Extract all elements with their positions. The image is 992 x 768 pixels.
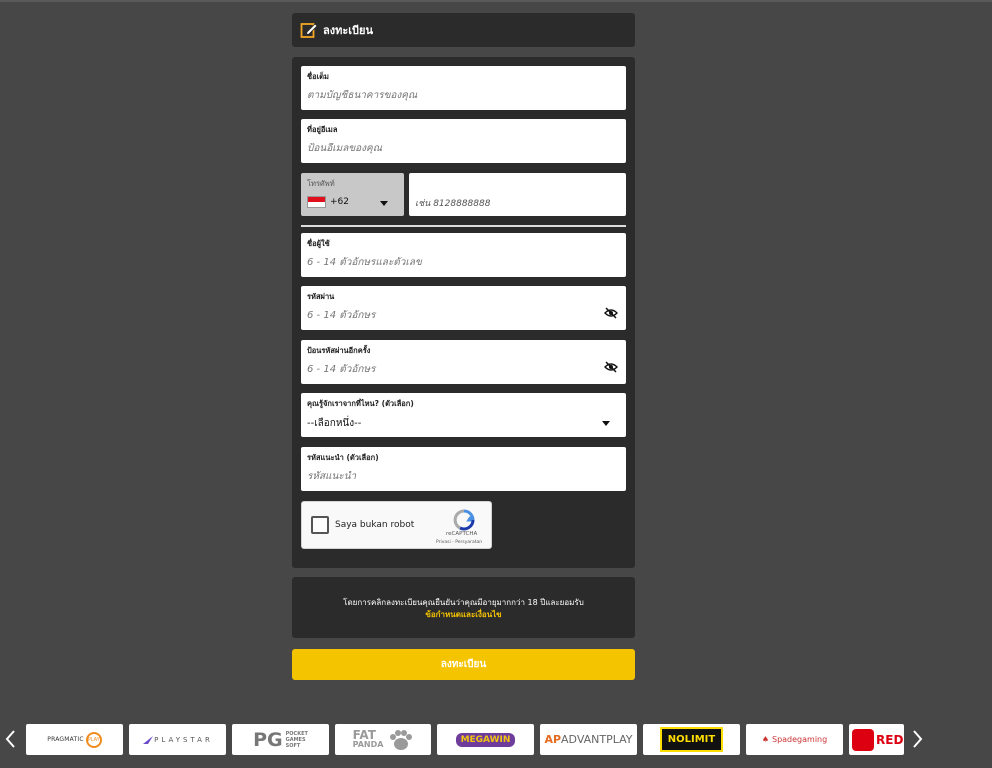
terms-link[interactable]: ข้อกำหนดและเงื่อนไข xyxy=(292,608,635,621)
fatpanda-text1: FAT xyxy=(352,727,376,742)
page-title: ลงทะเบียน xyxy=(323,24,373,37)
provider-pg-soft[interactable]: PG POCKET GAMES SOFT xyxy=(232,724,329,755)
indonesia-flag-icon xyxy=(307,196,326,208)
red-text: RED xyxy=(876,732,904,747)
provider-pragmatic-play[interactable]: PRAGMATIC PLAY xyxy=(26,724,123,755)
referral-source-value: --เลือกหนึ่ง-- xyxy=(307,418,362,429)
referral-source-label: คุณรู้จักเราจากที่ไหน? (ตัวเลือก) xyxy=(307,399,414,408)
terms-panel: โดยการคลิกลงทะเบียนคุณยืนยันว่าคุณมีอายุ… xyxy=(292,577,635,638)
red-tiger-icon xyxy=(852,728,874,751)
recaptcha-label: Saya bukan robot xyxy=(335,520,415,530)
spadegaming-text: Spadegaming xyxy=(771,735,828,744)
advantplay-a: AP xyxy=(544,733,562,746)
playstar-icon xyxy=(143,735,154,744)
provider-spadegaming[interactable]: ♠ Spadegaming xyxy=(746,724,843,755)
phone-number-input[interactable]: เช่น 8128888888 xyxy=(415,196,490,210)
referral-source-select[interactable]: คุณรู้จักเราจากที่ไหน? (ตัวเลือก) --เลือ… xyxy=(301,393,626,437)
pragmatic-badge: PLAY xyxy=(85,731,102,748)
confirm-password-label: ป้อนรหัสผ่านอีกครั้ง xyxy=(307,346,371,355)
username-input[interactable] xyxy=(307,257,597,268)
phone-label: โทรศัพท์ xyxy=(307,179,335,188)
password-label: รหัสผ่าน xyxy=(307,292,335,301)
email-label: ที่อยู่อีเมล xyxy=(307,125,338,134)
register-header: ลงทะเบียน xyxy=(292,13,635,47)
confirm-password-field[interactable]: ป้อนรหัสผ่านอีกครั้ง xyxy=(301,340,626,384)
referral-code-input[interactable] xyxy=(307,471,597,482)
country-code-select[interactable]: โทรศัพท์ +62 xyxy=(301,173,404,216)
playstar-text: PLAYSTAR xyxy=(154,735,213,744)
chevron-left-icon[interactable] xyxy=(4,728,18,750)
fullname-input[interactable] xyxy=(307,90,597,101)
chevron-down-icon xyxy=(380,201,388,206)
fatpanda-text2: PANDA xyxy=(352,739,384,749)
recaptcha-checkbox[interactable] xyxy=(311,516,329,534)
phone-number-field[interactable]: เช่น 8128888888 xyxy=(409,173,626,216)
provider-playstar[interactable]: PLAYSTAR xyxy=(129,724,226,755)
chevron-right-icon[interactable] xyxy=(910,728,924,750)
username-field[interactable]: ชื่อผู้ใช้ xyxy=(301,233,626,277)
pg-text: PG xyxy=(253,728,283,751)
provider-red-tiger[interactable]: RED xyxy=(849,724,904,755)
recaptcha-links[interactable]: Privasi - Persyaratan xyxy=(436,540,482,545)
divider xyxy=(301,225,626,227)
confirm-password-input[interactable] xyxy=(307,364,597,375)
recaptcha-logo-icon xyxy=(453,509,475,531)
provider-fat-panda[interactable]: FAT PANDA xyxy=(335,724,431,755)
pg-sub1: POCKET xyxy=(285,730,308,737)
country-code-value: +62 xyxy=(330,197,349,207)
provider-advantplay[interactable]: AP ADVANTPLAY xyxy=(540,724,637,755)
eye-slash-icon[interactable] xyxy=(604,307,618,319)
pragmatic-text: PRAGMATIC xyxy=(47,736,84,743)
megawin-text: MEGAWIN xyxy=(455,732,516,747)
nolimit-text: NOLIMIT xyxy=(659,727,724,752)
paw-icon xyxy=(390,729,413,750)
eye-slash-icon[interactable] xyxy=(604,361,618,373)
referral-code-label: รหัสแนะนำ (ตัวเลือก) xyxy=(307,453,379,462)
fullname-label: ชื่อเต็ม xyxy=(307,72,329,81)
pg-sub3: SOFT xyxy=(285,742,301,749)
provider-nolimit-city[interactable]: NOLIMIT xyxy=(643,724,740,755)
advantplay-text: ADVANTPLAY xyxy=(561,733,633,746)
password-input[interactable] xyxy=(307,310,597,321)
register-button[interactable]: ลงทะเบียน xyxy=(292,649,635,680)
username-label: ชื่อผู้ใช้ xyxy=(307,239,330,248)
chevron-down-icon xyxy=(602,421,610,426)
fullname-field[interactable]: ชื่อเต็ม xyxy=(301,66,626,110)
edit-icon xyxy=(300,23,318,38)
recaptcha-brand: reCAPTCHA xyxy=(446,531,478,537)
spade-icon: ♠ xyxy=(761,735,769,744)
email-input[interactable] xyxy=(307,143,597,154)
top-border xyxy=(0,0,992,2)
pg-sub2: GAMES xyxy=(285,736,306,743)
registration-form: ชื่อเต็ม ที่อยู่อีเมล โทรศัพท์ +62 เช่น … xyxy=(292,57,635,568)
email-field[interactable]: ที่อยู่อีเมล xyxy=(301,119,626,163)
referral-code-field[interactable]: รหัสแนะนำ (ตัวเลือก) xyxy=(301,447,626,491)
recaptcha-widget: Saya bukan robot reCAPTCHA Privasi - Per… xyxy=(301,501,492,549)
password-field[interactable]: รหัสผ่าน xyxy=(301,286,626,330)
provider-megawin[interactable]: MEGAWIN xyxy=(437,724,534,755)
